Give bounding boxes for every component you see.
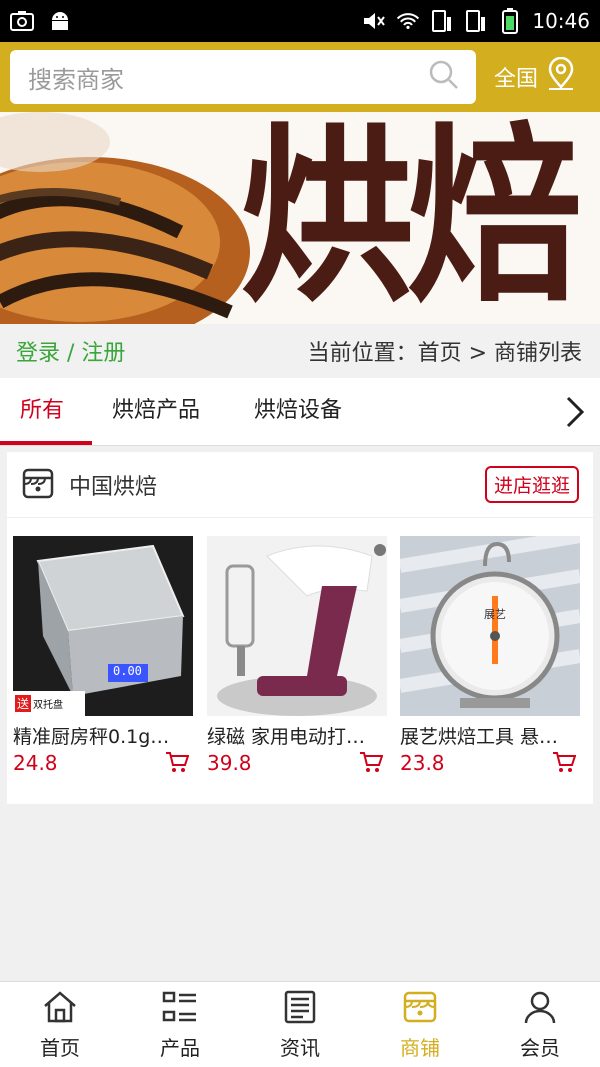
android-icon (48, 9, 72, 33)
category-tabs: 所有 烘焙产品 烘焙设备 (0, 378, 600, 446)
nav-stores[interactable]: 商铺 (360, 982, 480, 1067)
active-tab-indicator (0, 441, 92, 445)
product-image (207, 536, 387, 716)
store-icon (402, 990, 438, 1028)
banner-title: 烘焙 (240, 112, 582, 324)
breadcrumb: 当前位置：首页 > 商铺列表 (307, 341, 582, 366)
product-name: 绿磁 家用电动打… (207, 726, 366, 748)
nav-label: 会员 (520, 1036, 560, 1060)
search-input[interactable]: 搜索商家 (10, 50, 476, 104)
cart-icon[interactable] (359, 750, 384, 774)
product-card[interactable]: 绿磁 家用电动打… 39.8 (207, 536, 387, 775)
tab-baking-products[interactable]: 烘焙产品 (112, 378, 200, 446)
list-icon (162, 990, 198, 1028)
product-card[interactable]: 展艺 展艺烘焙工具 悬… 23.8 (400, 536, 580, 775)
region-selector[interactable]: 全国 (494, 56, 576, 97)
product-image: 0.00 送 双托盘 (13, 536, 193, 716)
screenshot-icon (10, 9, 34, 33)
product-list: 0.00 送 双托盘 精准厨房秤0.1g… 24.8 绿磁 家用电动打… 39.… (13, 536, 587, 796)
nav-news[interactable]: 资讯 (240, 982, 360, 1067)
bread-image (0, 112, 250, 324)
bottom-nav: 首页 产品 资讯 商铺 会员 (0, 981, 600, 1067)
visit-shop-button[interactable]: 进店逛逛 (484, 466, 579, 503)
nav-products[interactable]: 产品 (120, 982, 240, 1067)
dial-brand: 展艺 (484, 608, 506, 621)
sim1-signal-icon (430, 9, 454, 33)
mute-icon (362, 9, 386, 33)
cart-icon[interactable] (165, 750, 190, 774)
battery-icon (498, 8, 522, 34)
user-icon (522, 990, 558, 1028)
wifi-icon (396, 9, 420, 33)
shop-header: 中国烘焙 进店逛逛 (7, 452, 593, 518)
product-name: 精准厨房秤0.1g… (13, 726, 170, 748)
product-image: 展艺 (400, 536, 580, 716)
search-icon[interactable] (428, 59, 460, 95)
chevron-right-icon[interactable] (560, 392, 590, 432)
gift-badge: 送 (15, 695, 32, 712)
news-icon (282, 990, 318, 1028)
login-register-link[interactable]: 登录 / 注册 (16, 335, 125, 367)
clock: 10:46 (532, 9, 590, 33)
tab-baking-equipment[interactable]: 烘焙设备 (254, 378, 342, 446)
search-placeholder: 搜索商家 (28, 65, 124, 94)
shop-name[interactable]: 中国烘焙 (69, 469, 157, 501)
nav-label: 首页 (40, 1036, 80, 1060)
product-name: 展艺烘焙工具 悬… (400, 726, 559, 748)
nav-label: 商铺 (400, 1036, 440, 1060)
app-header: 搜索商家 全国 (0, 42, 600, 112)
breadcrumb-row: 登录 / 注册 当前位置：首页 > 商铺列表 (0, 324, 600, 378)
store-icon (21, 466, 55, 504)
product-card[interactable]: 0.00 送 双托盘 精准厨房秤0.1g… 24.8 (13, 536, 193, 775)
sim2-signal-icon (464, 9, 488, 33)
gift-badge-text: 双托盘 (33, 700, 63, 711)
nav-label: 资讯 (280, 1036, 320, 1060)
scale-display: 0.00 (113, 664, 142, 678)
home-icon (42, 990, 78, 1028)
tab-all[interactable]: 所有 (20, 378, 64, 446)
banner[interactable]: 烘焙 (0, 112, 600, 324)
location-pin-icon (546, 56, 576, 97)
nav-home[interactable]: 首页 (0, 982, 120, 1067)
region-label: 全国 (494, 67, 539, 92)
nav-label: 产品 (160, 1036, 200, 1060)
nav-member[interactable]: 会员 (480, 982, 600, 1067)
status-bar: 10:46 (0, 0, 600, 42)
shop-card: 中国烘焙 进店逛逛 0.00 送 双托盘 精准厨房秤0.1g… 24.8 绿磁 … (7, 452, 593, 804)
cart-icon[interactable] (552, 750, 577, 774)
